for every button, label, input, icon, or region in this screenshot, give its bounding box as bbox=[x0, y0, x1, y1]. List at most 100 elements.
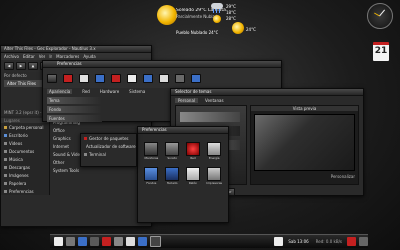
theme-selector-titlebar[interactable]: Selector de temas bbox=[171, 89, 363, 96]
menu-editar[interactable]: Editar bbox=[23, 54, 35, 59]
sidebar-item-label: Preferencias bbox=[9, 188, 34, 194]
popup-item-updater[interactable]: Actualizador de software bbox=[81, 142, 136, 150]
network-dock-icon[interactable] bbox=[138, 237, 147, 246]
item-monitores[interactable]: Monitores bbox=[144, 142, 159, 161]
printer-icon[interactable] bbox=[159, 73, 169, 83]
alert-dock-icon[interactable] bbox=[347, 237, 356, 246]
clock-hand-hour-icon bbox=[374, 12, 380, 17]
hardware-icon[interactable] bbox=[175, 73, 185, 83]
sidebar-item-label: Papelera bbox=[9, 180, 27, 186]
terminal-icon bbox=[84, 152, 87, 156]
theme-swatch[interactable] bbox=[180, 112, 240, 122]
weather-temp-1: 29°C bbox=[226, 4, 236, 9]
picture-icon bbox=[4, 173, 7, 177]
settings-dock-icon[interactable] bbox=[90, 237, 99, 246]
file-icon[interactable] bbox=[127, 73, 137, 83]
document-icon bbox=[4, 149, 7, 153]
editor-dock-icon[interactable] bbox=[114, 237, 123, 246]
office-dock-icon[interactable] bbox=[126, 237, 135, 246]
popup-item-label: Gestor de paquetes bbox=[89, 135, 129, 141]
item-sonido[interactable]: Sonido bbox=[165, 142, 180, 161]
item-red[interactable]: Red bbox=[185, 142, 201, 161]
menu-ver[interactable]: Ver bbox=[39, 54, 46, 59]
sidebar-item-videos[interactable]: Videos bbox=[1, 139, 49, 147]
customize-link[interactable]: Personalizar bbox=[251, 174, 358, 179]
sidebar-item-pictures[interactable]: Imágenes bbox=[1, 171, 49, 179]
menu-archivo[interactable]: Archivo bbox=[4, 54, 19, 59]
sidebar-item-label: Música bbox=[9, 156, 23, 162]
sidebar-item-music[interactable]: Música bbox=[1, 155, 49, 163]
preferences-titlebar[interactable]: Preferencias bbox=[43, 61, 281, 68]
item-impresoras[interactable]: Impresoras bbox=[206, 167, 222, 186]
sidebar-item-label: Videos bbox=[9, 140, 23, 146]
sidebar-item-documents[interactable]: Documentos bbox=[1, 147, 49, 155]
section-fuentes[interactable]: Fuentes bbox=[47, 115, 102, 122]
volume-dock-icon[interactable] bbox=[359, 237, 368, 246]
item-label: Energía bbox=[208, 156, 220, 160]
taskbar-clock[interactable]: Sab 13:06 bbox=[286, 239, 310, 244]
browser-dock-icon[interactable] bbox=[78, 237, 87, 246]
file-manager-titlebar[interactable]: Alter This Files - Gec Explorador - Naut… bbox=[1, 46, 151, 53]
sidebar-item-home[interactable]: Carpeta personal bbox=[1, 123, 49, 131]
category-system-tools[interactable]: System Tools bbox=[50, 166, 151, 174]
item-raton[interactable]: Ratón bbox=[185, 167, 201, 186]
popup-item-terminal[interactable]: Terminal bbox=[81, 150, 136, 158]
small-preferences-window: Preferencias Monitores Sonido Red Energí… bbox=[137, 126, 229, 223]
notes-dock-icon[interactable] bbox=[274, 237, 284, 246]
settings-icon[interactable] bbox=[95, 73, 105, 83]
popup-item-package-manager[interactable]: Gestor de paquetes bbox=[81, 134, 136, 142]
media-dock-icon[interactable] bbox=[102, 237, 111, 246]
preview-label: Vista previa bbox=[251, 106, 358, 111]
sidebar-item-downloads[interactable]: Descargas bbox=[1, 163, 49, 171]
item-label: Fondos bbox=[146, 181, 157, 185]
appearance-icon[interactable] bbox=[47, 73, 57, 83]
tab-apariencia[interactable]: Apariencia bbox=[47, 89, 73, 94]
wallpaper-icon bbox=[144, 167, 159, 181]
back-icon[interactable]: ◀ bbox=[4, 62, 14, 70]
red-config-icon[interactable] bbox=[63, 73, 73, 83]
preferences-icon bbox=[4, 189, 7, 193]
video-icon bbox=[4, 141, 7, 145]
files-dock-icon[interactable] bbox=[54, 237, 63, 246]
document-icon[interactable] bbox=[79, 73, 89, 83]
item-label: Red bbox=[190, 156, 196, 160]
preferences-sections: Tema Fondo Fuentes bbox=[43, 95, 106, 124]
weather-sun-small-icon bbox=[213, 15, 221, 23]
up-icon[interactable]: ▲ bbox=[28, 62, 38, 70]
forward-icon[interactable]: ▶ bbox=[16, 62, 26, 70]
popup-item-label: Terminal bbox=[89, 151, 106, 157]
weather-partly-icon bbox=[232, 22, 244, 34]
menu-marcadores[interactable]: Marcadores bbox=[56, 54, 79, 59]
network-icon[interactable] bbox=[143, 73, 153, 83]
alert-icon[interactable] bbox=[111, 73, 121, 83]
menu-ir[interactable]: Ir bbox=[49, 54, 52, 59]
tab-hardware[interactable]: Hardware bbox=[100, 89, 119, 94]
section-tema[interactable]: Tema bbox=[47, 97, 102, 104]
menu-ayuda[interactable]: Ayuda bbox=[83, 54, 95, 59]
display-icon[interactable] bbox=[191, 73, 201, 83]
sidebar-item-preferences[interactable]: Preferencias bbox=[1, 187, 49, 195]
tab-personal[interactable]: Personal bbox=[175, 98, 199, 103]
network-red-icon bbox=[185, 142, 200, 156]
item-teclado[interactable]: Teclado bbox=[165, 167, 180, 186]
item-label: Ratón bbox=[188, 181, 198, 185]
theme-preview-image bbox=[254, 114, 355, 171]
sidebar-item-label: Documentos bbox=[9, 148, 35, 154]
small-window-titlebar[interactable]: Preferencias bbox=[138, 127, 228, 134]
item-energia[interactable]: Energía bbox=[206, 142, 222, 161]
terminal-dock-icon[interactable] bbox=[66, 237, 75, 246]
sidebar-item-trash[interactable]: Papelera bbox=[1, 179, 49, 187]
taskbar: Sab 13:06 Red: 0.0 kB/s bbox=[50, 234, 368, 248]
tab-ventanas[interactable]: Ventanas bbox=[202, 98, 227, 103]
file-manager-menubar: Archivo Editar Ver Ir Marcadores Ayuda bbox=[1, 53, 151, 60]
section-fondo[interactable]: Fondo bbox=[47, 106, 102, 113]
tab-sistema[interactable]: Sistema bbox=[129, 89, 145, 94]
item-fondos[interactable]: Fondos bbox=[144, 167, 159, 186]
small-window-grid: Monitores Sonido Red Energía Fondos Tecl… bbox=[138, 134, 228, 194]
theme-selector-tabs: Personal Ventanas bbox=[171, 96, 363, 105]
sidebar-item-desktop[interactable]: Escritorio bbox=[1, 131, 49, 139]
printer-icon bbox=[207, 167, 222, 181]
tab-red[interactable]: Red bbox=[82, 89, 90, 94]
power-icon bbox=[207, 142, 222, 156]
window-dock-icon[interactable] bbox=[150, 236, 161, 247]
